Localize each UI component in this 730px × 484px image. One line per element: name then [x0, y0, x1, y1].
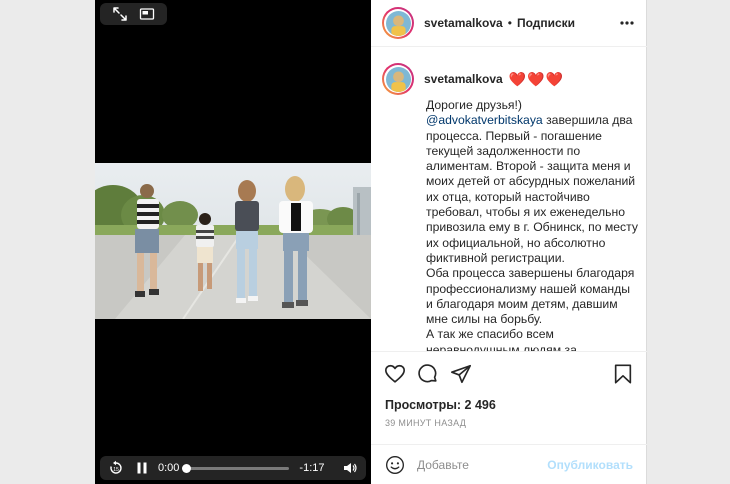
svg-text:15: 15 — [113, 467, 119, 473]
caption-body: завершила два процесса. Первый - погашен… — [426, 113, 638, 265]
caption-area: svetamalkova ❤️❤️❤️ Дорогие друзья!) @ad… — [371, 47, 647, 352]
post-timestamp[interactable]: 39 МИНУТ НАЗАД — [385, 418, 466, 428]
header-username[interactable]: svetamalkova — [424, 16, 503, 30]
more-options-button[interactable] — [619, 15, 635, 31]
pause-icon[interactable] — [134, 460, 150, 476]
replay-icon[interactable]: 15 — [108, 460, 124, 476]
caption-paragraph: @advokatverbitskaya завершила два процес… — [426, 113, 638, 266]
caption-header: svetamalkova ❤️❤️❤️ — [382, 63, 635, 95]
video-top-controls — [100, 3, 167, 25]
bookmark-icon[interactable] — [612, 363, 634, 385]
volume-icon[interactable] — [342, 460, 358, 476]
caption-paragraph-3: А так же спасибо всем неравнодушным людя… — [426, 327, 577, 352]
comment-icon[interactable] — [417, 363, 439, 385]
video-player[interactable]: 15 0:00 -1:17 — [95, 0, 371, 484]
current-time: 0:00 — [158, 462, 180, 474]
dot-separator: • — [507, 16, 512, 30]
emoji-icon[interactable] — [385, 455, 405, 475]
more-options-icon — [620, 21, 634, 25]
seek-bar[interactable] — [182, 463, 290, 473]
caption-paragraph-2: Оба процесса завершены благодаря професс… — [426, 266, 635, 327]
share-icon[interactable] — [450, 363, 472, 385]
remaining-time: -1:17 — [299, 462, 325, 474]
views-count[interactable]: Просмотры: 2 496 — [385, 398, 496, 412]
mention-link[interactable]: @advokatverbitskaya — [426, 113, 543, 127]
caption-username[interactable]: svetamalkova — [424, 72, 503, 86]
caption-text: Дорогие друзья!) @advokatverbitskaya зав… — [426, 98, 638, 352]
comment-input[interactable] — [417, 457, 547, 472]
action-bar — [371, 356, 647, 392]
heart-icon[interactable] — [384, 363, 406, 385]
video-controls: 15 0:00 -1:17 — [100, 456, 366, 480]
caption-avatar[interactable] — [382, 63, 414, 95]
fullscreen-icon[interactable] — [112, 6, 128, 22]
picture-in-picture-icon[interactable] — [139, 6, 155, 22]
post-header: svetamalkova • Подписки — [371, 0, 647, 47]
comment-row: Опубликовать — [371, 444, 647, 484]
seek-knob[interactable] — [182, 463, 192, 473]
post-panel: svetamalkova • Подписки svetamalkova ❤️❤… — [371, 0, 647, 484]
following-button[interactable]: Подписки — [517, 16, 575, 30]
hearts-emoji: ❤️❤️❤️ — [508, 70, 565, 87]
video-frame — [95, 163, 371, 319]
caption-greeting: Дорогие друзья!) — [426, 98, 522, 112]
avatar[interactable] — [382, 7, 414, 39]
publish-button[interactable]: Опубликовать — [547, 458, 633, 472]
